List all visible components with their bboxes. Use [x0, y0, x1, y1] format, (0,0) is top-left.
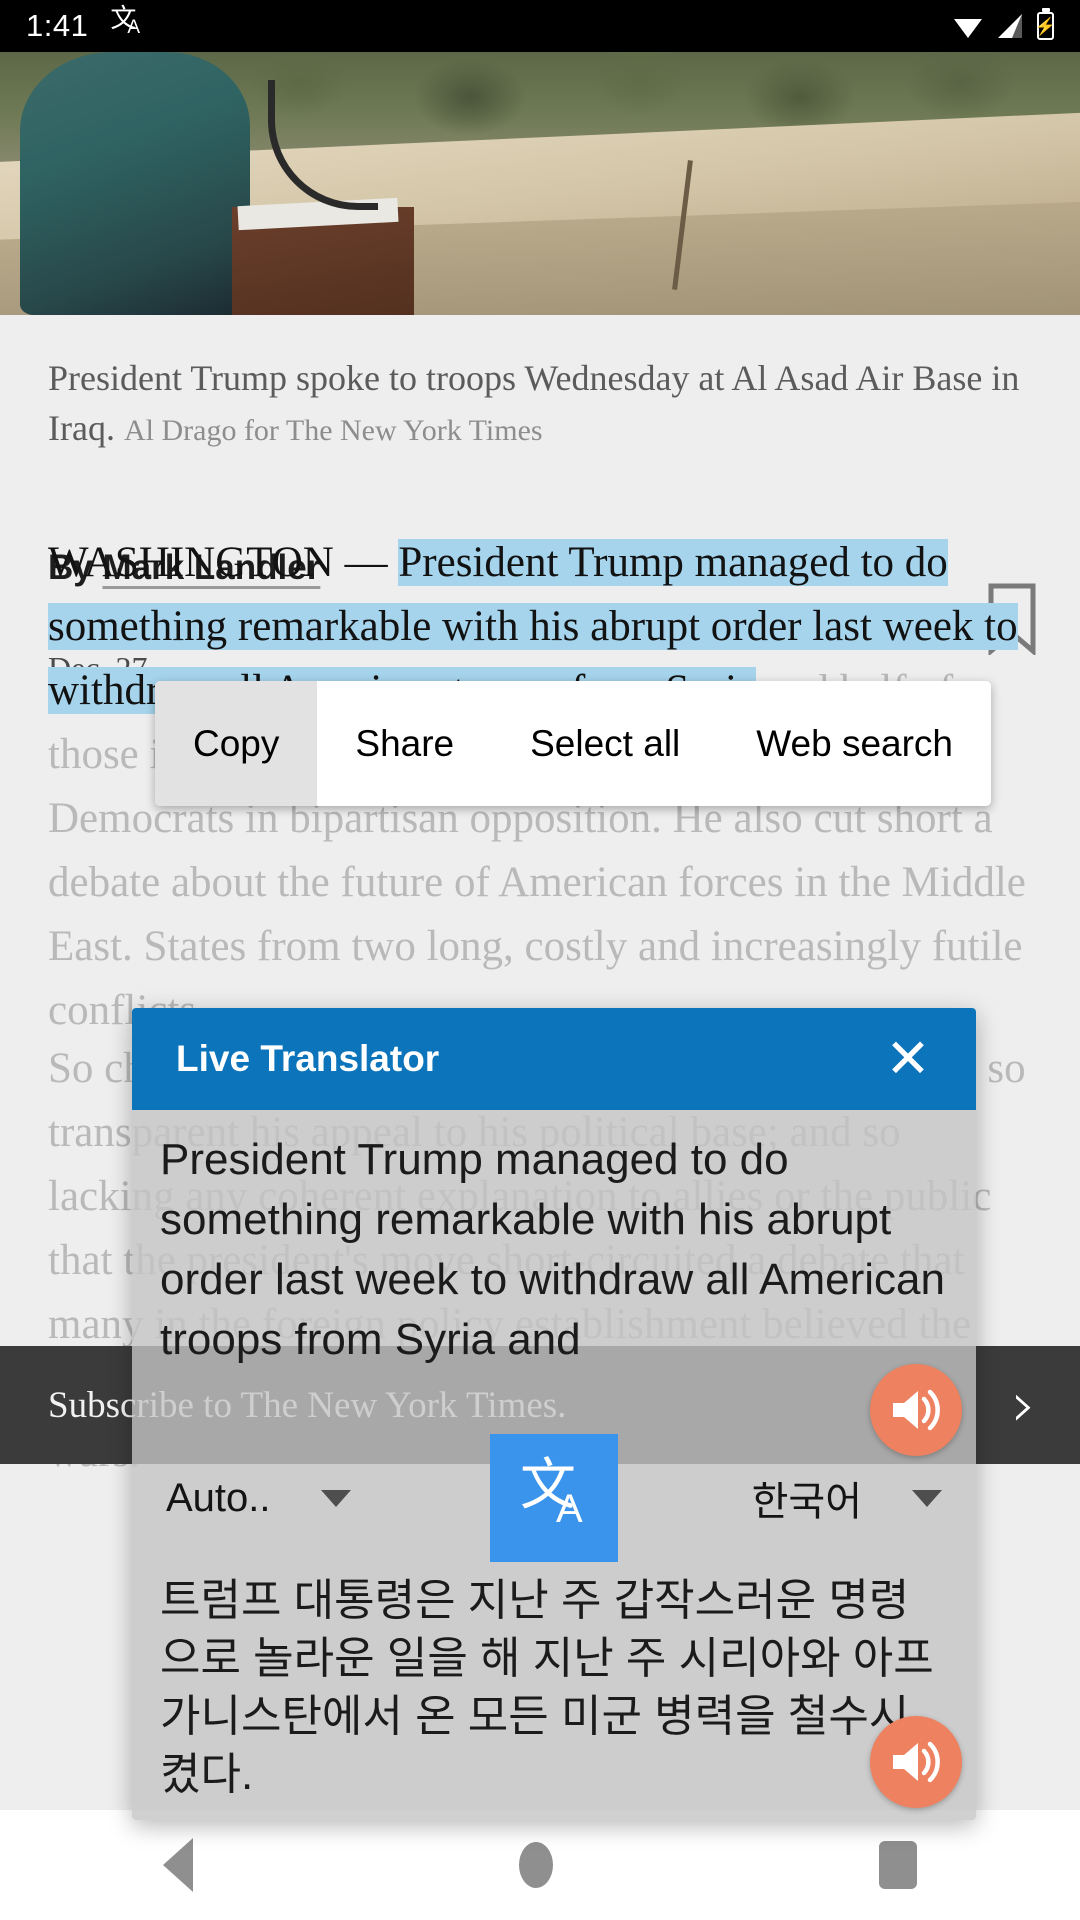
- article-hero-photo: [0, 52, 1080, 315]
- target-language-selector[interactable]: 한국어: [752, 1469, 942, 1527]
- live-translator-panel: Live Translator ✕ President Trump manage…: [132, 1008, 976, 1820]
- translator-language-row: Auto.. 文A 한국어: [132, 1434, 976, 1562]
- translator-source-text[interactable]: President Trump managed to do something …: [160, 1130, 948, 1370]
- context-menu-item-copy[interactable]: Copy: [155, 681, 318, 806]
- close-icon[interactable]: ✕: [866, 1017, 950, 1101]
- photo-speaker-figure: [20, 52, 250, 315]
- context-menu-item-select-all[interactable]: Select all: [492, 681, 718, 806]
- paragraph-1-lead: WASHINGTON —: [48, 539, 399, 586]
- wifi-icon: [953, 13, 983, 39]
- cellular-signal-icon: [996, 13, 1024, 39]
- speaker-icon-target[interactable]: [870, 1716, 962, 1808]
- translate-icon: 文A: [110, 4, 141, 38]
- status-clock: 1:41: [26, 8, 89, 43]
- status-notification-icons: 文A: [110, 4, 144, 43]
- translator-target-text[interactable]: 트럼프 대통령은 지난 주 갑작스러운 명령으로 놀라운 일을 해 지난 주 시…: [160, 1572, 948, 1804]
- source-language-selector[interactable]: Auto..: [166, 1476, 351, 1521]
- source-language-label: Auto..: [166, 1475, 271, 1520]
- context-menu-item-web-search[interactable]: Web search: [718, 681, 991, 806]
- live-translator-header: Live Translator ✕: [132, 1008, 976, 1110]
- text-selection-context-menu: Copy Share Select all Web search: [155, 681, 992, 806]
- chevron-down-icon-target[interactable]: [912, 1489, 942, 1507]
- status-system-icons: ⚡: [953, 12, 1056, 40]
- caption-credit: Al Drago for The New York Times: [123, 414, 543, 447]
- home-circle-icon[interactable]: [519, 1842, 553, 1888]
- photo-caption: President Trump spoke to troops Wednesda…: [0, 315, 1080, 456]
- chevron-right-icon[interactable]: ›: [1011, 1374, 1080, 1436]
- translate-icon: 文A: [520, 1453, 583, 1531]
- target-language-label: 한국어: [751, 1480, 862, 1524]
- live-translator-title: Live Translator: [176, 1038, 440, 1079]
- chevron-down-icon-source[interactable]: [320, 1489, 351, 1507]
- translate-swap-button[interactable]: 文A: [490, 1434, 618, 1562]
- live-translator-body: President Trump managed to do something …: [132, 1110, 976, 1820]
- battery-charging-icon: ⚡: [1035, 12, 1056, 40]
- phone-screen: 1:41 文A ⚡ President Trump spoke to troop…: [0, 0, 1080, 1920]
- status-bar: 1:41 文A ⚡: [0, 0, 1080, 52]
- recents-square-icon[interactable]: [879, 1841, 917, 1889]
- back-triangle-icon[interactable]: [163, 1838, 193, 1892]
- context-menu-item-share[interactable]: Share: [317, 681, 492, 806]
- android-navigation-bar: [0, 1810, 1080, 1920]
